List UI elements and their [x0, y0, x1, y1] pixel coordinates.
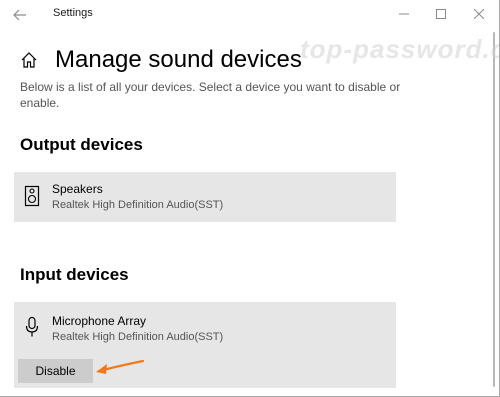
output-devices-heading: Output devices	[20, 135, 143, 154]
input-devices-heading: Input devices	[20, 265, 129, 284]
speaker-icon	[24, 185, 40, 207]
device-name: Microphone Array	[52, 314, 147, 328]
app-title: Settings	[53, 7, 93, 19]
scrollbar-thumb[interactable]	[493, 32, 495, 387]
microphone-icon	[25, 316, 39, 337]
device-name: Speakers	[52, 182, 103, 196]
watermark: top-password.com	[300, 34, 499, 64]
maximize-button[interactable]	[421, 2, 461, 28]
device-driver: Realtek High Definition Audio(SST)	[52, 199, 224, 211]
disable-button[interactable]: Disable	[18, 359, 93, 383]
minimize-button[interactable]	[384, 2, 424, 28]
back-arrow-icon	[13, 9, 26, 21]
home-icon	[21, 52, 37, 68]
page-title: Manage sound devices	[55, 46, 302, 73]
device-item-microphone-array[interactable]: Microphone Array Realtek High Definition…	[14, 302, 396, 388]
device-item-speakers[interactable]: Speakers Realtek High Definition Audio(S…	[14, 172, 396, 222]
minimize-icon	[399, 13, 409, 15]
back-button[interactable]	[8, 4, 32, 26]
device-driver: Realtek High Definition Audio(SST)	[52, 331, 224, 343]
maximize-icon	[436, 9, 446, 19]
scrollbar[interactable]	[492, 30, 497, 396]
close-button[interactable]	[459, 2, 499, 28]
close-icon	[473, 8, 485, 20]
pointer-arrow-icon	[96, 359, 145, 374]
page-description: Below is a list of all your devices. Sel…	[20, 80, 401, 110]
settings-window: Settings Manage sound devices top-passwo…	[0, 0, 500, 397]
home-button[interactable]	[20, 51, 38, 69]
title-bar: Settings	[0, 0, 499, 30]
